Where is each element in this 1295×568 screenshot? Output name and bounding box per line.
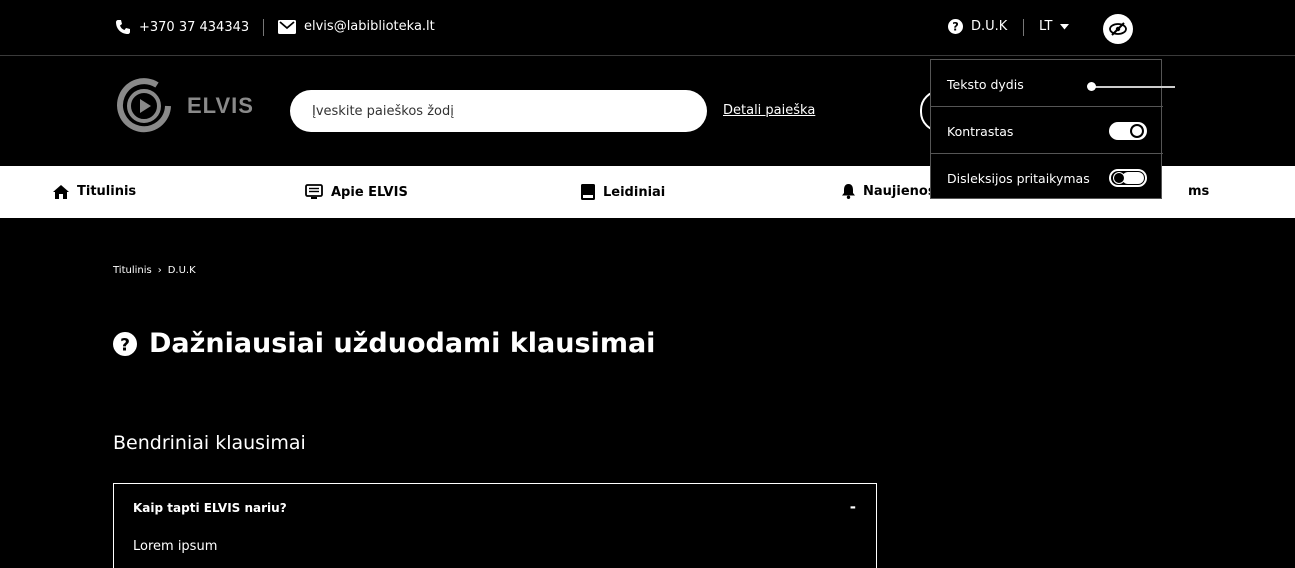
section-title: Bendriniai klausimai	[113, 432, 306, 454]
phone-number: +370 37 434343	[139, 19, 250, 35]
breadcrumb-item[interactable]: Titulinis	[113, 265, 152, 276]
bell-icon	[842, 184, 855, 199]
dyslexia-row: Disleksijos pritaikymas	[931, 154, 1163, 201]
faq-link[interactable]: ? D.U.K	[948, 19, 1007, 34]
divider	[1023, 19, 1024, 36]
play-logo-icon	[113, 75, 175, 137]
toggle-knob	[1113, 172, 1125, 184]
faq-collapse-toggle[interactable]: -	[850, 498, 856, 516]
nav-label: Naujienos	[863, 184, 936, 199]
logo-text: ELVIS	[187, 93, 254, 118]
email-address: elvis@labiblioteka.lt	[304, 19, 435, 34]
text-size-row: Teksto dydis	[931, 60, 1175, 107]
top-bar: +370 37 434343 elvis@labiblioteka.lt ? D…	[0, 0, 1295, 56]
nav-item-naujienos[interactable]: Naujienos	[842, 184, 936, 199]
faq-label: D.U.K	[971, 19, 1008, 34]
search-input[interactable]	[290, 90, 707, 132]
contrast-label: Kontrastas	[947, 124, 1014, 139]
nav-item-titulinis[interactable]: Titulinis	[53, 184, 136, 199]
svg-text:?: ?	[952, 21, 959, 34]
phone-icon	[115, 19, 131, 35]
accessibility-button[interactable]	[1103, 14, 1133, 44]
svg-text:?: ?	[120, 335, 130, 355]
question-circle-icon: ?	[113, 331, 137, 356]
home-icon	[53, 184, 69, 199]
eye-slash-icon	[1103, 14, 1133, 44]
logo[interactable]: ELVIS	[113, 75, 254, 137]
faq-question[interactable]: Kaip tapti ELVIS nariu?	[133, 501, 287, 515]
contrast-toggle[interactable]	[1109, 122, 1147, 140]
breadcrumb: Titulinis › D.U.K	[113, 265, 196, 276]
email-link[interactable]: elvis@labiblioteka.lt	[278, 19, 435, 34]
language-selector[interactable]: LT	[1039, 19, 1070, 34]
nav-label: Apie ELVIS	[331, 184, 408, 200]
dyslexia-label: Disleksijos pritaikymas	[947, 171, 1090, 186]
toggle-knob	[1130, 124, 1144, 138]
accessibility-panel: Teksto dydis Kontrastas Disleksijos prit…	[930, 59, 1175, 201]
toggle-fill	[1122, 172, 1144, 184]
page-title: ? Dažniausiai užduodami klausimai	[113, 328, 655, 359]
dyslexia-toggle[interactable]	[1109, 169, 1147, 187]
breadcrumb-separator: ›	[157, 265, 162, 276]
nav-item-apie-elvis[interactable]: Apie ELVIS	[305, 184, 408, 200]
advanced-search-link[interactable]: Detali paieška	[723, 103, 815, 118]
book-icon	[581, 184, 595, 200]
page-title-text: Dažniausiai užduodami klausimai	[149, 328, 656, 359]
text-size-slider[interactable]	[1087, 82, 1175, 91]
nav-label: Titulinis	[77, 184, 137, 199]
contrast-row: Kontrastas	[931, 107, 1163, 154]
phone-link[interactable]: +370 37 434343	[115, 19, 249, 35]
language-label: LT	[1039, 19, 1053, 34]
slider-handle[interactable]	[1087, 82, 1096, 91]
question-circle-icon: ?	[948, 19, 963, 34]
faq-answer: Lorem ipsum	[133, 539, 218, 554]
nav-item-partial[interactable]: ms	[1188, 184, 1209, 199]
mail-icon	[278, 19, 296, 34]
nav-label: Leidiniai	[603, 184, 666, 200]
nav-label: ms	[1188, 184, 1210, 199]
text-size-label: Teksto dydis	[947, 77, 1024, 92]
divider	[263, 19, 264, 36]
faq-item[interactable]: Kaip tapti ELVIS nariu? - Lorem ipsum	[113, 483, 877, 568]
caret-down-icon	[1060, 23, 1070, 30]
monitor-icon	[305, 184, 323, 200]
nav-item-leidiniai[interactable]: Leidiniai	[581, 184, 665, 200]
breadcrumb-item: D.U.K	[167, 265, 196, 276]
